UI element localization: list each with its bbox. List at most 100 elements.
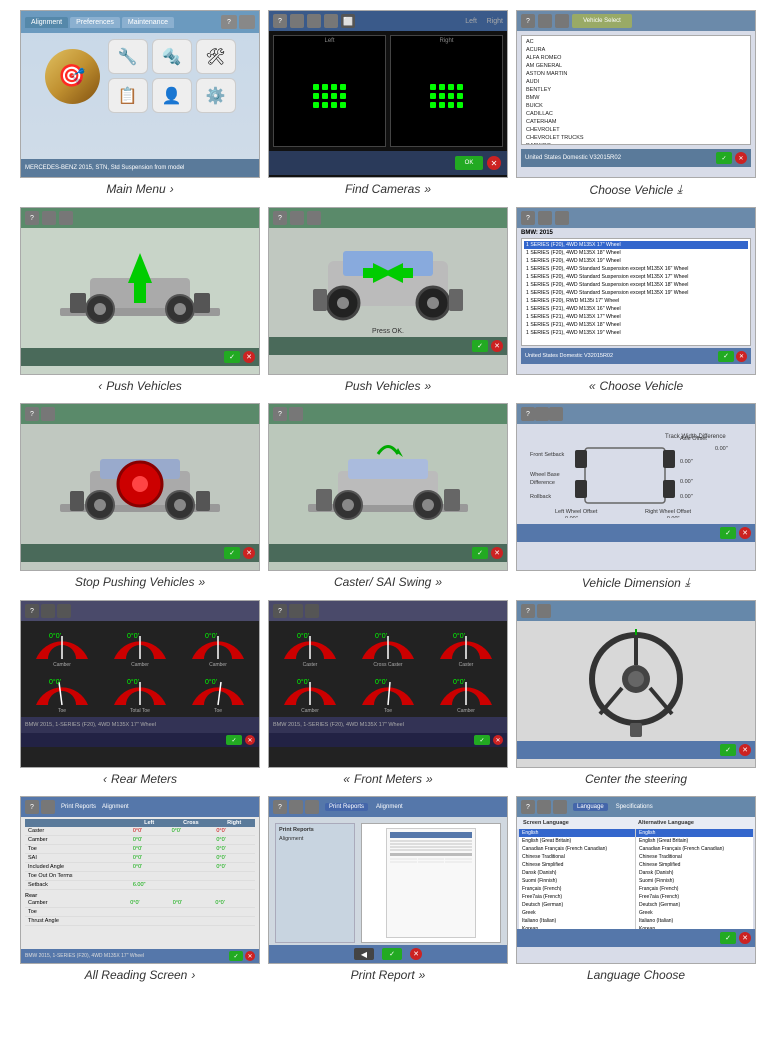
dim-icon-2[interactable] (535, 407, 549, 421)
veh2-item-5[interactable]: 1 SERIES (F20), 4WD Standard Suspension … (524, 273, 748, 281)
lang-english[interactable]: English (519, 829, 635, 837)
veh-icon-2[interactable] (538, 14, 552, 28)
print-help[interactable]: ? (273, 800, 287, 814)
veh-item-bmw[interactable]: BMW (524, 94, 748, 102)
veh2-item-11[interactable]: 1 SERIES (F21), 4WD M135X 18" Wheel (524, 321, 748, 329)
toolbar-icon-2[interactable] (239, 15, 255, 29)
print-align-tab[interactable]: Alignment (372, 803, 407, 811)
lang-help[interactable]: ? (521, 800, 535, 814)
push1-help[interactable]: ? (25, 211, 39, 225)
steer-icon-2[interactable] (537, 604, 551, 618)
veh2-item-8[interactable]: 1 SERIES (F20), RWD M135i 17" Wheel (524, 297, 748, 305)
alt-free7aia[interactable]: Free7aia (French) (636, 893, 753, 901)
veh2-item-10[interactable]: 1 SERIES (F21), 4WD M135X 17" Wheel (524, 313, 748, 321)
print-icon-3[interactable] (305, 800, 319, 814)
veh2-item-6[interactable]: 1 SERIES (F20), 4WD Standard Suspension … (524, 281, 748, 289)
front-cancel[interactable]: ✕ (493, 735, 503, 745)
veh-item-daewoo[interactable]: DAEWOO (524, 142, 748, 145)
alt-english-gb[interactable]: English (Great Britain) (636, 837, 753, 845)
alt-german[interactable]: Deutsch (German) (636, 901, 753, 909)
reading-icon-2[interactable] (41, 800, 55, 814)
lang-danish[interactable]: Dansk (Danish) (519, 869, 635, 877)
veh-item-acura[interactable]: ACURA (524, 46, 748, 54)
veh2-ok[interactable]: ✓ (718, 351, 734, 362)
cam-icon-2[interactable] (290, 14, 304, 28)
push1-cancel[interactable]: ✕ (243, 351, 255, 363)
lang-alt-list[interactable]: English English (Great Britain) Canadian… (636, 829, 753, 929)
push2-ok[interactable]: ✓ (472, 340, 488, 352)
veh2-item-12[interactable]: 1 SERIES (F21), 4WD M135X 19" Wheel (524, 329, 748, 337)
veh2-icon-2[interactable] (538, 211, 552, 225)
lang-tab[interactable]: Language (573, 803, 608, 811)
caster-icon-2[interactable] (289, 407, 303, 421)
lang-german[interactable]: Deutsch (German) (519, 901, 635, 909)
lang-cancel[interactable]: ✕ (739, 932, 751, 944)
veh-tab-1[interactable]: Vehicle Select (572, 14, 632, 28)
alt-korean[interactable]: Korean (636, 925, 753, 929)
push1-ok[interactable]: ✓ (224, 351, 240, 363)
stop-cancel[interactable]: ✕ (243, 547, 255, 559)
lang-finnish[interactable]: Suomi (Finnish) (519, 877, 635, 885)
veh2-cancel[interactable]: ✕ (736, 351, 747, 362)
cam-icon-4[interactable] (324, 14, 338, 28)
veh2-item-2[interactable]: 1 SERIES (F20), 4WD M135X 18" Wheel (524, 249, 748, 257)
dim-icon-3[interactable] (549, 407, 563, 421)
veh-ok-btn[interactable]: ✓ (716, 152, 732, 164)
alt-greek[interactable]: Greek (636, 909, 753, 917)
icon-box-5[interactable]: 👤 (152, 78, 192, 113)
front-icon-2[interactable] (289, 604, 303, 618)
veh-item-caterham[interactable]: CATERHAM (524, 118, 748, 126)
veh2-help[interactable]: ? (521, 211, 535, 225)
stop-ok[interactable]: ✓ (224, 547, 240, 559)
veh-cancel-btn[interactable]: ✕ (735, 152, 747, 164)
rear-cancel[interactable]: ✕ (245, 735, 255, 745)
veh-item-audi[interactable]: AUDI (524, 78, 748, 86)
veh-icon-3[interactable] (555, 14, 569, 28)
alt-danish[interactable]: Dansk (Danish) (636, 869, 753, 877)
reading-ok[interactable]: ✓ (229, 951, 243, 961)
veh2-icon-3[interactable] (555, 211, 569, 225)
veh2-item-4[interactable]: 1 SERIES (F20), 4WD Standard Suspension … (524, 265, 748, 273)
print-icon-2[interactable] (289, 800, 303, 814)
veh-item-buick[interactable]: BUICK (524, 102, 748, 110)
print-prev-btn[interactable]: ◀ (354, 948, 374, 960)
rear-icon-2[interactable] (41, 604, 55, 618)
veh2-item-selected[interactable]: 1 SERIES (F20), 4WD M135X 17" Wheel (524, 241, 748, 249)
icon-box-6[interactable]: ⚙️ (196, 78, 236, 113)
specs-tab[interactable]: Specifications (612, 803, 657, 811)
veh-item-ac[interactable]: AC (524, 38, 748, 46)
veh-item-chevy-trucks[interactable]: CHEVROLET TRUCKS (524, 134, 748, 142)
alt-french[interactable]: Français (French) (636, 885, 753, 893)
stop-help[interactable]: ? (25, 407, 39, 421)
veh2-item-7[interactable]: 1 SERIES (F20), 4WD Standard Suspension … (524, 289, 748, 297)
lang-french[interactable]: Français (French) (519, 885, 635, 893)
print-tab[interactable]: Print Reports (325, 803, 368, 811)
icon-box-3[interactable]: 🛠 (196, 39, 236, 74)
cam-cancel-btn[interactable]: ✕ (487, 156, 501, 170)
alt-chinese-simp[interactable]: Chinese Simplified (636, 861, 753, 869)
cam-icon-3[interactable] (307, 14, 321, 28)
stop-icon-2[interactable] (41, 407, 55, 421)
lang-ok[interactable]: ✓ (720, 932, 736, 944)
veh-help-icon[interactable]: ? (521, 14, 535, 28)
cam-ok-btn[interactable]: OK (455, 156, 483, 170)
lang-korean[interactable]: Korean (519, 925, 635, 929)
lang-english-gb[interactable]: English (Great Britain) (519, 837, 635, 845)
alt-cdn-french[interactable]: Canadian Français (French Canadian) (636, 845, 753, 853)
lang-italian[interactable]: Italiano (Italian) (519, 917, 635, 925)
lang-free7aia[interactable]: Free7aia (French) (519, 893, 635, 901)
tab-maintenance[interactable]: Maintenance (122, 17, 174, 28)
push2-icon-3[interactable] (307, 211, 321, 225)
push2-help[interactable]: ? (273, 211, 287, 225)
veh-item-aston[interactable]: ASTON MARTIN (524, 70, 748, 78)
lang-icon-2[interactable] (537, 800, 551, 814)
print-ok-btn[interactable]: ✓ (382, 948, 402, 960)
veh-item-chevy[interactable]: CHEVROLET (524, 126, 748, 134)
push1-icon-3[interactable] (59, 211, 73, 225)
alt-english[interactable]: English (636, 829, 753, 837)
push2-icon-2[interactable] (290, 211, 304, 225)
icon-box-4[interactable]: 📋 (108, 78, 148, 113)
lang-screen-list[interactable]: English English (Great Britain) Canadian… (519, 829, 636, 929)
toolbar-icon-1[interactable]: ? (221, 15, 237, 29)
push2-cancel[interactable]: ✕ (491, 340, 503, 352)
